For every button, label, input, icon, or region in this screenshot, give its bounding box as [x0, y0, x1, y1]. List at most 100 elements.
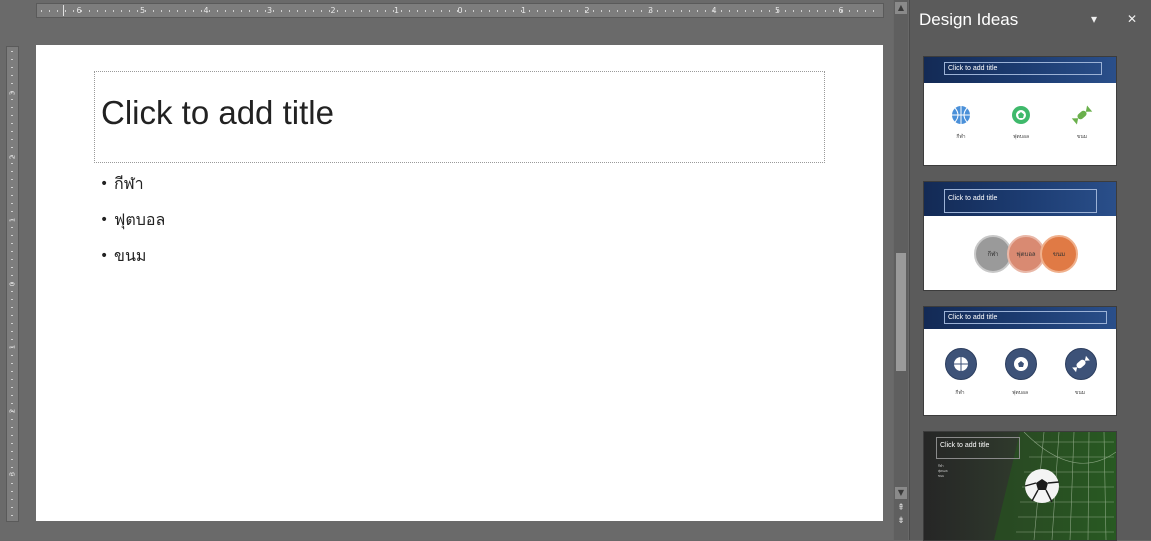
scroll-up-button[interactable]: ▲	[895, 2, 907, 14]
ruler-tick	[361, 10, 362, 12]
ruler-tick	[11, 371, 13, 372]
previous-slide-button[interactable]: ⇞	[894, 503, 908, 513]
title-placeholder-text: Click to add title	[101, 94, 334, 131]
vertical-ruler[interactable]: 3210123	[6, 46, 19, 522]
ruler-tick	[785, 10, 786, 12]
bullet-text: ขนม	[114, 246, 147, 265]
close-pane-button[interactable]: ✕	[1127, 12, 1137, 26]
content-placeholder[interactable]: • กีฬา • ฟุตบอล • ขนม	[100, 173, 165, 281]
ruler-tick	[617, 10, 618, 12]
ruler-tick	[393, 10, 394, 12]
ruler-tick	[193, 10, 194, 12]
ruler-tick	[11, 451, 13, 452]
slide-canvas[interactable]: Click to add title • กีฬา • ฟุตบอล • ขนม	[36, 45, 883, 521]
ruler-tick	[11, 179, 13, 180]
ruler-tick	[11, 203, 13, 204]
ruler-tick	[761, 10, 762, 12]
ruler-tick	[689, 10, 690, 12]
thumbnail-title: Click to add title	[944, 189, 1097, 213]
candy-icon	[1071, 105, 1093, 125]
ruler-tick	[801, 10, 802, 12]
ruler-tick	[769, 10, 770, 12]
thumbnail-title: Click to add title	[936, 437, 1020, 459]
ruler-tick	[697, 10, 698, 12]
ruler-tick	[121, 10, 122, 12]
ruler-tick	[11, 411, 13, 412]
ruler-tick	[273, 10, 274, 12]
basketball-icon	[945, 348, 977, 380]
thumbnail-title: Click to add title	[944, 311, 1107, 324]
ruler-tick	[11, 171, 13, 172]
ruler-tick	[105, 10, 106, 12]
ruler-number: 1	[8, 217, 17, 223]
bullet-text: กีฬา	[114, 174, 144, 193]
thumbnail-label: ฟุตบอล	[1011, 390, 1029, 396]
ruler-tick	[11, 475, 13, 476]
design-idea-thumbnail-2[interactable]: Click to add title กีฬา ฟุตบอล ขนม	[923, 181, 1117, 291]
vertical-scrollbar[interactable]: ▲ ▼ ⇞ ⇟	[894, 0, 908, 540]
ruler-indent-marker[interactable]	[63, 5, 64, 16]
scroll-down-button[interactable]: ▼	[895, 487, 907, 499]
ruler-tick	[489, 10, 490, 12]
thumbnail-bullet: ขนม	[938, 474, 945, 478]
ruler-tick	[11, 155, 13, 156]
scroll-thumb[interactable]	[896, 253, 906, 371]
basketball-icon	[952, 106, 970, 124]
design-idea-thumbnail-1[interactable]: Click to add title กีฬา ฟุตบอล ขนม	[923, 56, 1117, 166]
ruler-tick	[11, 395, 13, 396]
ruler-tick	[681, 10, 682, 12]
ruler-tick	[11, 51, 13, 52]
ruler-tick	[281, 10, 282, 12]
ruler-tick	[169, 10, 170, 12]
design-idea-thumbnail-3[interactable]: Click to add title กีฬา ฟุตบอล ขนม	[923, 306, 1117, 416]
ruler-tick	[449, 10, 450, 12]
ruler-tick	[297, 10, 298, 12]
design-idea-thumbnail-4[interactable]: Click to add title กีฬา ฟุตบอล ขนม	[923, 431, 1117, 541]
ruler-tick	[11, 459, 13, 460]
ruler-number: 2	[330, 6, 336, 15]
thumbnail-label: กีฬา	[956, 134, 966, 140]
ruler-tick	[289, 10, 290, 12]
ruler-tick	[11, 427, 13, 428]
pane-options-dropdown[interactable]: ▾	[1091, 12, 1097, 26]
thumbnail-title: Click to add title	[944, 62, 1102, 75]
horizontal-ruler[interactable]: 6543210123456	[36, 3, 884, 18]
ruler-tick	[537, 10, 538, 12]
ruler-tick	[313, 10, 314, 12]
ruler-tick	[113, 10, 114, 12]
ruler-tick	[601, 10, 602, 12]
ruler-tick	[585, 10, 586, 12]
ruler-tick	[11, 291, 13, 292]
ruler-tick	[569, 10, 570, 12]
ruler-tick	[553, 10, 554, 12]
ruler-tick	[161, 10, 162, 12]
bullet-item: • กีฬา	[100, 173, 165, 209]
ruler-tick	[721, 10, 722, 12]
ruler-tick	[11, 387, 13, 388]
ruler-tick	[441, 10, 442, 12]
ruler-tick	[377, 10, 378, 12]
ruler-tick	[11, 491, 13, 492]
ruler-tick	[11, 123, 13, 124]
ruler-tick	[257, 10, 258, 12]
candy-icon	[1065, 348, 1097, 380]
ruler-tick	[337, 10, 338, 12]
ruler-tick	[11, 83, 13, 84]
ruler-tick	[11, 243, 13, 244]
ruler-tick	[305, 10, 306, 12]
ruler-tick	[513, 10, 514, 12]
ruler-tick	[11, 483, 13, 484]
ruler-tick	[11, 139, 13, 140]
bullet-item: • ขนม	[100, 245, 165, 281]
ruler-tick	[577, 10, 578, 12]
title-placeholder[interactable]: Click to add title	[94, 71, 825, 163]
design-ideas-title: Design Ideas	[919, 10, 1019, 29]
ruler-tick	[11, 99, 13, 100]
ruler-tick	[241, 10, 242, 12]
ruler-number: 3	[266, 6, 273, 15]
next-slide-button[interactable]: ⇟	[894, 516, 908, 526]
thumbnail-label: กีฬา	[955, 390, 965, 396]
bullet-text: ฟุตบอล	[114, 210, 166, 229]
ruler-tick	[857, 10, 858, 12]
ruler-tick	[649, 10, 650, 12]
